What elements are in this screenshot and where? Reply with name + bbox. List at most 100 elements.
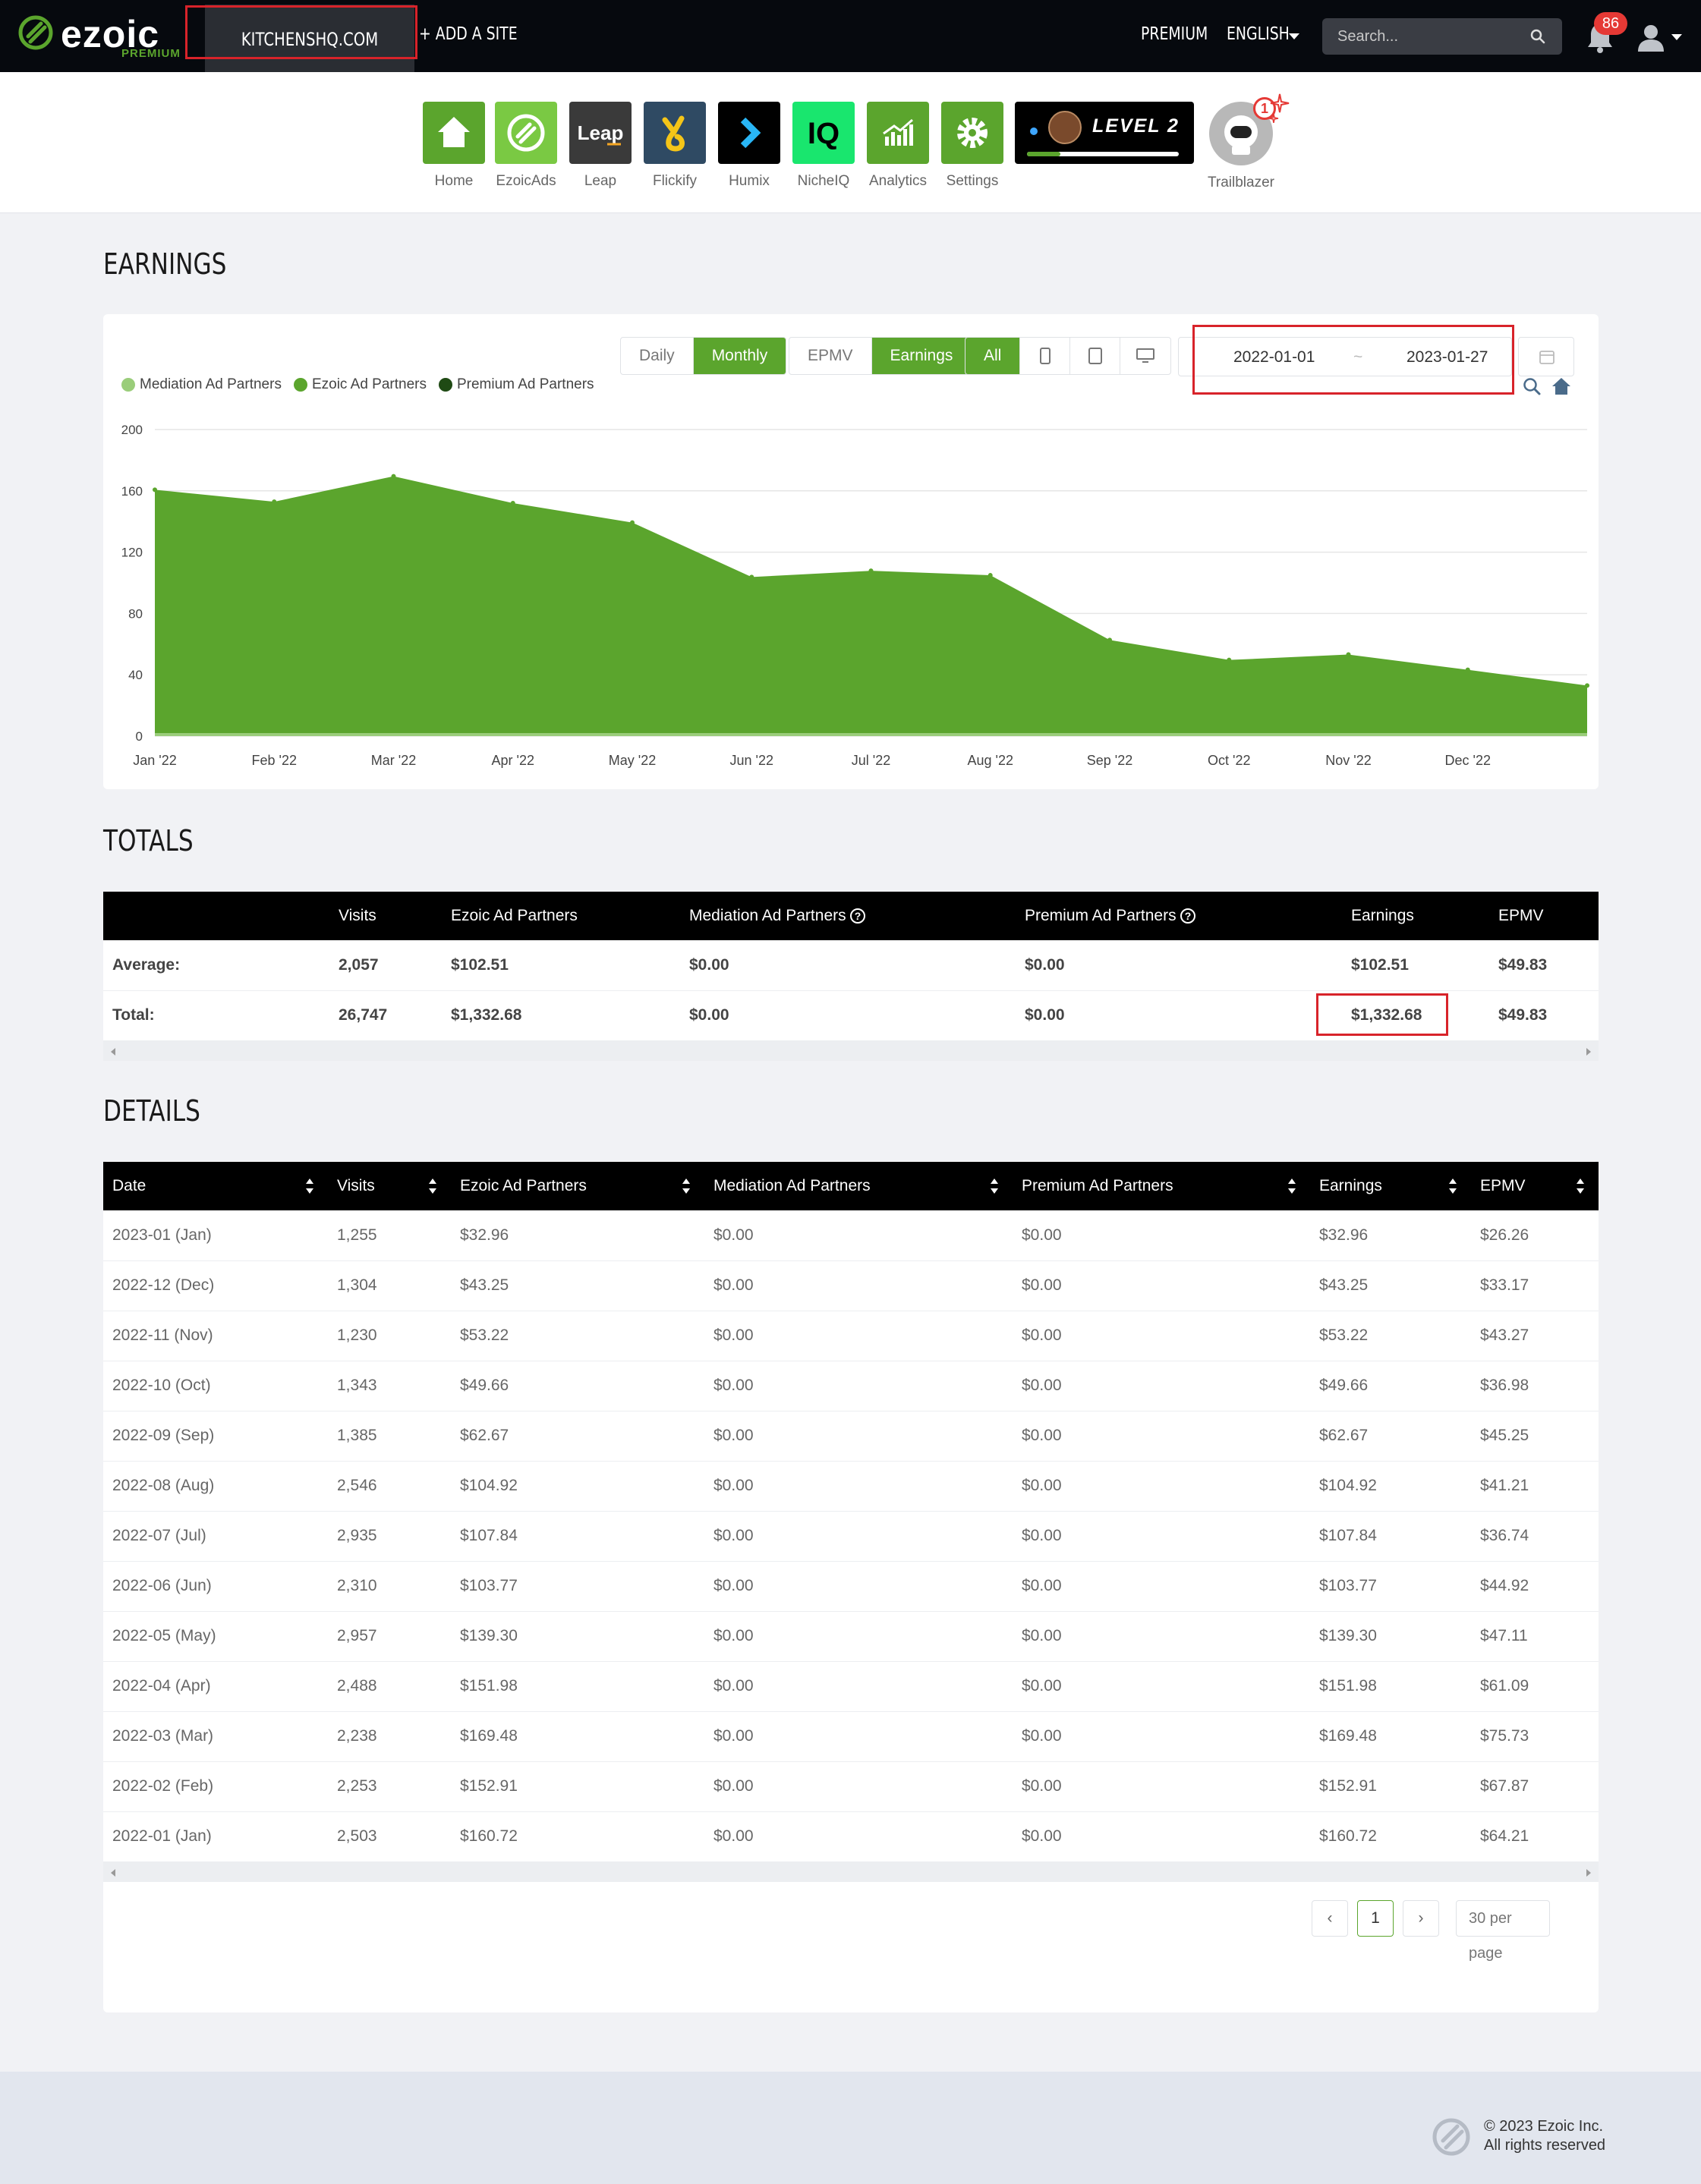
app-label: Home bbox=[434, 173, 474, 189]
totals-horizontal-scrollbar[interactable] bbox=[103, 1040, 1599, 1061]
data-point[interactable] bbox=[1227, 657, 1232, 662]
search-icon[interactable] bbox=[1529, 27, 1547, 46]
data-point[interactable] bbox=[272, 499, 277, 505]
sort-arrows-icon[interactable] bbox=[682, 1177, 691, 1195]
x-tick-label: Jul '22 bbox=[852, 753, 890, 768]
data-point[interactable] bbox=[630, 520, 635, 525]
legend-label: Mediation Ad Partners bbox=[140, 376, 282, 392]
tablet-button[interactable] bbox=[1070, 338, 1121, 374]
column-header[interactable]: Visits bbox=[328, 1162, 451, 1210]
table-cell: $36.98 bbox=[1471, 1361, 1599, 1411]
series-area-ezoic[interactable] bbox=[155, 476, 1587, 736]
svg-text:IQ: IQ bbox=[808, 117, 839, 150]
table-cell: $0.00 bbox=[1013, 1511, 1310, 1562]
table-cell: 1,230 bbox=[328, 1311, 451, 1361]
previous-page-button[interactable]: ‹ bbox=[1312, 1900, 1348, 1937]
help-icon[interactable]: ? bbox=[1180, 908, 1196, 924]
series-area-mediation[interactable] bbox=[155, 733, 1587, 736]
table-cell: $0.00 bbox=[704, 1661, 1013, 1712]
table-cell: 2022-11 (Nov) bbox=[103, 1311, 328, 1361]
reset-zoom-home-icon[interactable] bbox=[1551, 376, 1572, 396]
table-cell: $64.21 bbox=[1471, 1811, 1599, 1862]
app-nicheiq[interactable]: IQ NicheIQ bbox=[792, 102, 855, 190]
next-page-button[interactable]: › bbox=[1403, 1900, 1439, 1937]
table-cell: $169.48 bbox=[451, 1711, 704, 1762]
table-cell: 1,304 bbox=[328, 1260, 451, 1311]
table-cell: $43.25 bbox=[1310, 1260, 1471, 1311]
monthly-button[interactable]: Monthly bbox=[693, 338, 786, 374]
rights-line: All rights reserved bbox=[1484, 2137, 1606, 2154]
data-point[interactable] bbox=[1585, 683, 1589, 688]
table-cell: $0.00 bbox=[1013, 1611, 1310, 1662]
zoom-icon[interactable] bbox=[1522, 376, 1542, 396]
ezoic-footer-logo-icon bbox=[1432, 2118, 1470, 2156]
column-header[interactable]: Mediation Ad Partners bbox=[704, 1162, 1013, 1210]
table-cell: 1,343 bbox=[328, 1361, 451, 1411]
user-avatar-icon[interactable] bbox=[1636, 23, 1665, 52]
data-point[interactable] bbox=[1465, 667, 1470, 672]
x-tick-label: Feb '22 bbox=[252, 753, 297, 768]
premium-link[interactable]: PREMIUM bbox=[1141, 24, 1208, 44]
details-horizontal-scrollbar[interactable] bbox=[103, 1861, 1599, 1882]
language-dropdown[interactable]: ENGLISH bbox=[1227, 24, 1290, 44]
level-badge[interactable]: LEVEL 2 bbox=[1015, 102, 1194, 164]
sort-arrows-icon[interactable] bbox=[1576, 1177, 1585, 1195]
per-page-select[interactable]: 30 per page bbox=[1456, 1900, 1550, 1962]
desktop-button[interactable] bbox=[1120, 338, 1170, 374]
page-1-button[interactable]: 1 bbox=[1357, 1900, 1394, 1937]
table-cell: $0.00 bbox=[704, 1611, 1013, 1662]
column-header[interactable]: Ezoic Ad Partners bbox=[451, 1162, 704, 1210]
data-point[interactable] bbox=[153, 487, 157, 493]
column-header[interactable]: EPMV bbox=[1471, 1162, 1599, 1210]
sort-arrows-icon[interactable] bbox=[1287, 1177, 1296, 1195]
legend-item-mediation[interactable]: Mediation Ad Partners bbox=[121, 376, 282, 393]
sort-arrows-icon[interactable] bbox=[1448, 1177, 1457, 1195]
table-cell: 2022-12 (Dec) bbox=[103, 1260, 328, 1311]
y-tick-label: 80 bbox=[128, 606, 143, 621]
data-point[interactable] bbox=[868, 568, 874, 574]
daily-button[interactable]: Daily bbox=[621, 338, 694, 374]
column-header[interactable]: Premium Ad Partners bbox=[1013, 1162, 1310, 1210]
column-header-label: Premium Ad Partners bbox=[1022, 1177, 1173, 1194]
calendar-button[interactable] bbox=[1518, 337, 1574, 376]
data-point[interactable] bbox=[1346, 652, 1351, 657]
help-icon[interactable]: ? bbox=[849, 908, 866, 924]
all-devices-button[interactable]: All bbox=[965, 338, 1021, 374]
app-settings[interactable]: Settings bbox=[940, 102, 1004, 190]
app-ezoicads[interactable]: EzoicAds bbox=[494, 102, 558, 190]
app-humix[interactable]: Humix bbox=[717, 102, 781, 190]
column-header[interactable]: Date bbox=[103, 1162, 328, 1210]
add-site-link[interactable]: + ADD A SITE bbox=[419, 24, 518, 44]
app-home[interactable]: Home bbox=[422, 102, 486, 190]
mobile-button[interactable] bbox=[1020, 338, 1071, 374]
data-point[interactable] bbox=[988, 573, 993, 578]
chevron-down-icon[interactable] bbox=[1671, 34, 1682, 40]
data-point[interactable] bbox=[510, 501, 515, 506]
legend-item-ezoic[interactable]: Ezoic Ad Partners bbox=[293, 376, 427, 393]
data-point[interactable] bbox=[1107, 637, 1112, 643]
sort-arrows-icon[interactable] bbox=[990, 1177, 999, 1195]
search-input[interactable] bbox=[1322, 18, 1562, 55]
app-analytics[interactable]: Analytics bbox=[866, 102, 930, 190]
legend-item-premium[interactable]: Premium Ad Partners bbox=[438, 376, 594, 393]
data-point[interactable] bbox=[391, 474, 396, 479]
sort-arrows-icon[interactable] bbox=[305, 1177, 314, 1195]
column-header[interactable]: Earnings bbox=[1310, 1162, 1471, 1210]
table-cell: $151.98 bbox=[1310, 1661, 1471, 1712]
table-cell: $53.22 bbox=[451, 1311, 704, 1361]
trailblazer-button[interactable]: 1 Trailblazer bbox=[1207, 97, 1276, 191]
data-point[interactable] bbox=[749, 574, 754, 580]
ezoic-logo[interactable]: ezoic PREMIUM bbox=[17, 11, 180, 60]
notification-badge: 86 bbox=[1594, 12, 1627, 35]
details-title: DETAILS bbox=[103, 1094, 200, 1128]
table-row: 2022-04 (Apr) 2,488 $151.98 $0.00 $0.00 $151.… bbox=[103, 1661, 1599, 1712]
status-dot-icon bbox=[1030, 127, 1038, 135]
sort-arrows-icon[interactable] bbox=[428, 1177, 437, 1195]
table-cell: 2022-04 (Apr) bbox=[103, 1661, 328, 1712]
table-cell: $0.00 bbox=[1013, 1311, 1310, 1361]
app-flickify[interactable]: Flickify bbox=[643, 102, 707, 190]
app-leap[interactable]: Leap Leap bbox=[569, 102, 632, 190]
epmv-button[interactable]: EPMV bbox=[789, 338, 872, 374]
earnings-button[interactable]: Earnings bbox=[871, 338, 972, 374]
table-cell: $0.00 bbox=[680, 990, 1016, 1041]
